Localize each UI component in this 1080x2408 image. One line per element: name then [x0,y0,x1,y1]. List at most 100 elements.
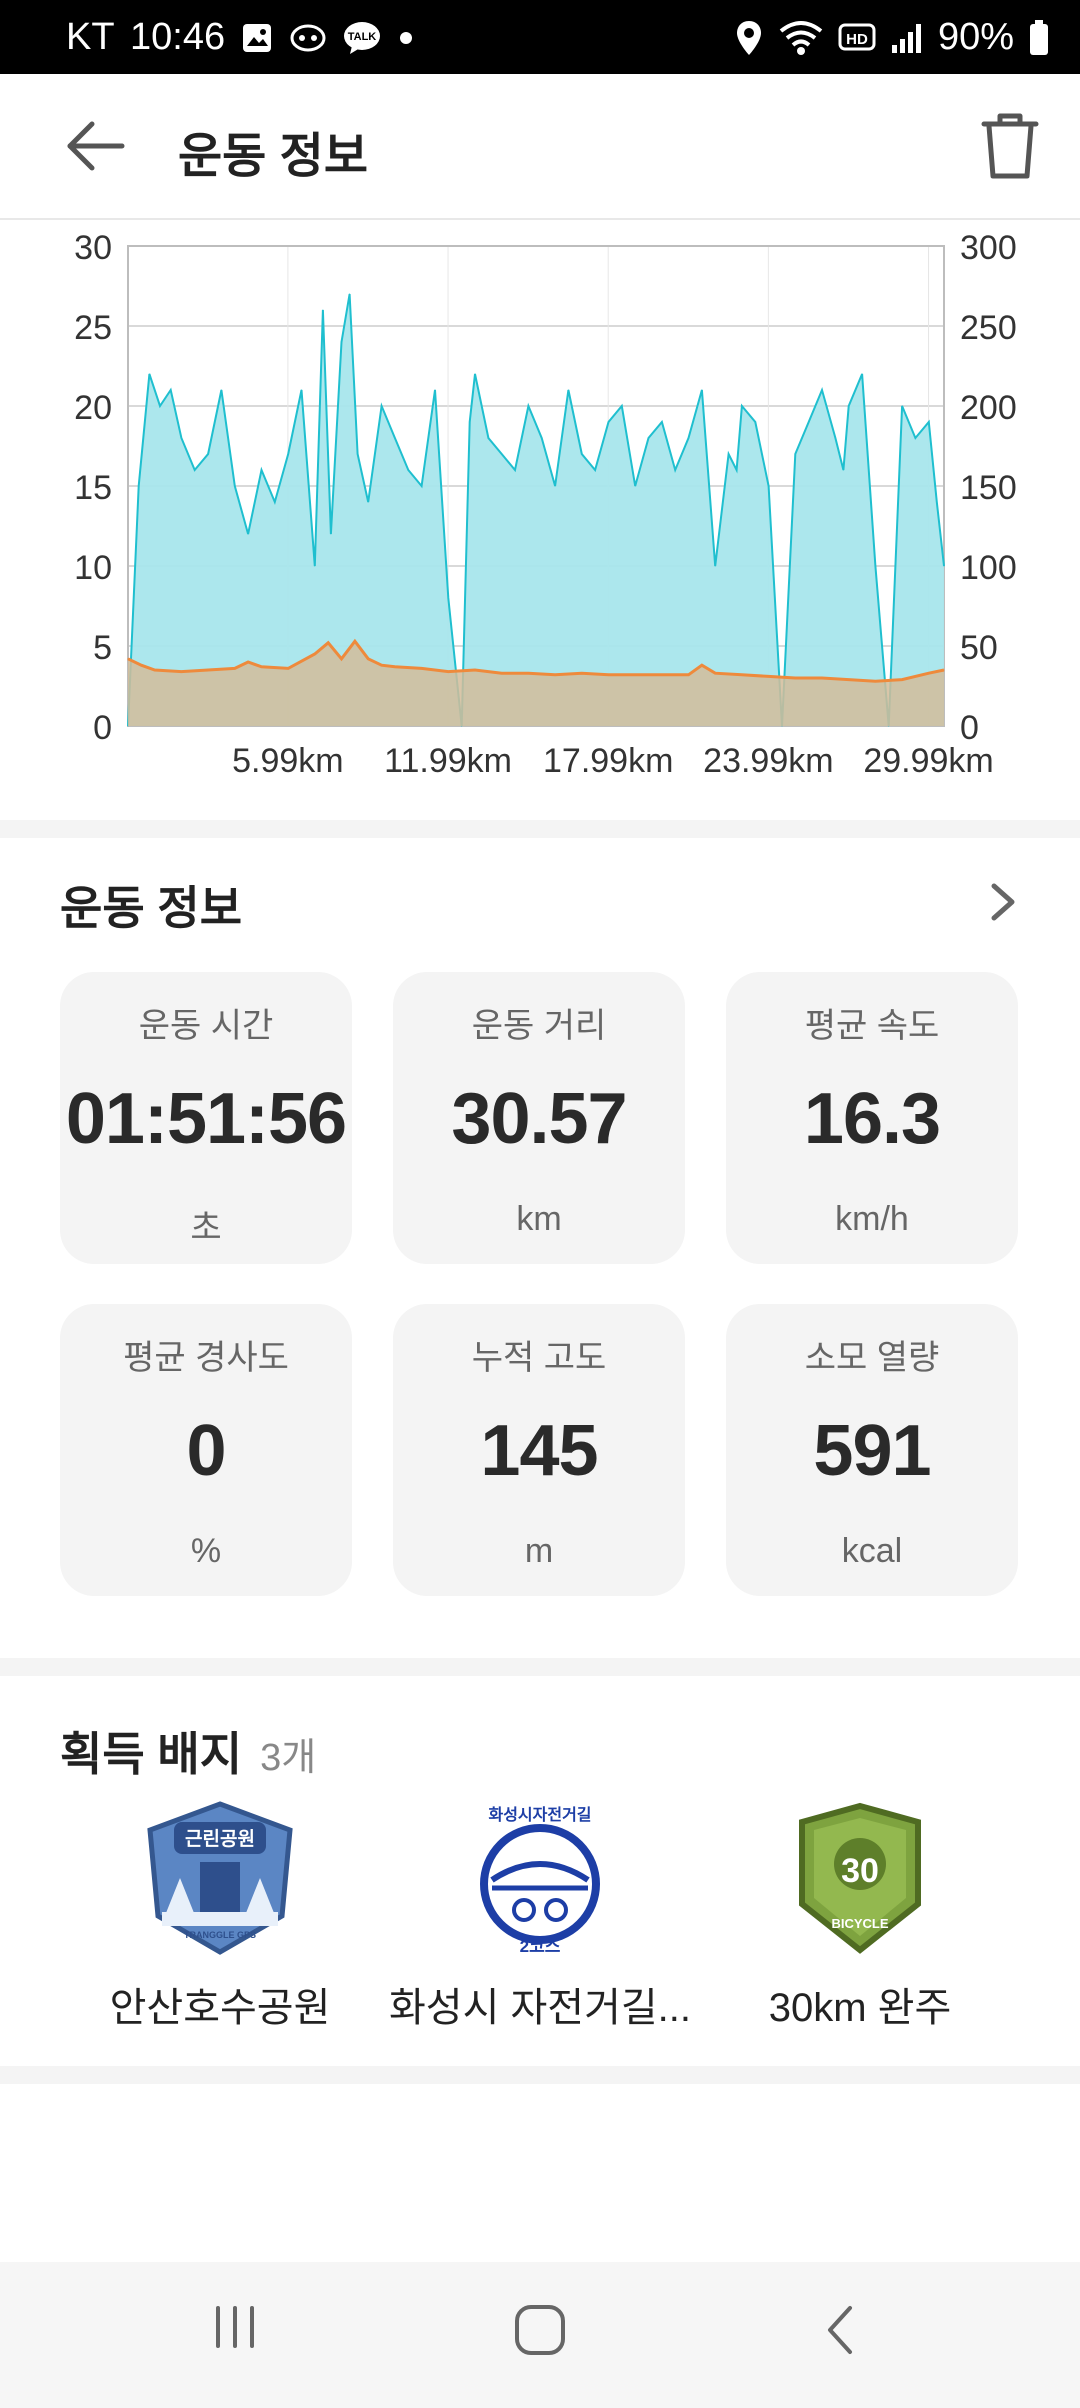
elevation-point [234,667,236,669]
app-bar: 운동 정보 [0,74,1080,220]
elevation-point [943,669,945,671]
y-right-tick-label: 250 [960,309,1017,347]
stat-value: 145 [480,1411,598,1491]
elevation-point [247,661,249,663]
elevation-point [127,658,129,660]
stat-unit: km [516,1200,562,1238]
x-tick-label: 5.99km [232,742,344,780]
elevation-point [768,675,770,677]
recent-apps-icon[interactable] [210,2302,260,2352]
speed-point [768,485,770,487]
chevron-right-icon[interactable] [988,880,1020,924]
speed-point [381,405,383,407]
app-icon [290,24,326,52]
elevation-point [821,677,823,679]
section-divider [0,2066,1080,2084]
battery-icon [1030,19,1048,55]
speed-point [848,405,850,407]
badge-name: 30km 완주 [768,1986,952,2030]
section-divider [0,1658,1080,1676]
stat-label: 평균 경사도 [123,1339,289,1377]
speed-point [301,389,302,391]
speed-point [581,453,583,455]
badge-item[interactable]: 화성시자전거길 2코스 화성시 자전거길... [375,1800,705,2033]
park-badge-icon: 근린공원 TRANGGLE GPS [147,1801,293,1955]
notification-icons: TALK [240,20,416,56]
speed-point [674,469,676,471]
y-left-tick-label: 15 [74,469,112,507]
speed-point [474,373,476,375]
home-icon[interactable] [512,2302,568,2358]
stat-label: 소모 열량 [804,1339,940,1377]
elevation-point [608,674,609,676]
speed-point [349,293,351,295]
elevation-point [367,658,369,660]
system-icons: HD 90% [734,16,1050,59]
speed-point [421,485,423,487]
elevation-point [581,672,583,674]
stat-value: 0 [186,1411,226,1491]
badge-subtext: BICYCLE [831,1916,888,1931]
x-tick-label: 11.99km [384,742,512,780]
stat-card: 운동 시간 01:51:56 초 [60,972,352,1264]
elevation-point [421,667,423,669]
speed-point [842,469,844,471]
speed-point [138,485,140,487]
stat-card: 소모 열량 591 kcal [726,1304,1018,1596]
back-arrow-icon[interactable] [66,118,126,174]
x-tick-label: 17.99km [543,742,673,780]
wifi-icon [779,20,823,55]
svg-text:TALK: TALK [348,31,377,43]
badges-count: 3개 [260,1737,317,1779]
speed-point [541,437,543,439]
back-nav-icon[interactable] [820,2302,860,2358]
speed-point [447,597,449,599]
y-left-tick-label: 5 [93,629,112,667]
trash-icon[interactable] [980,112,1040,180]
signal-icon [891,23,921,53]
elevation-point [714,672,716,674]
stat-unit: m [524,1532,554,1570]
stat-unit: km/h [835,1200,909,1238]
badge-subtext: TRANGGLE GPS [184,1930,256,1940]
speed-point [608,421,609,423]
speed-point [554,485,556,487]
stat-label: 운동 시간 [138,1007,274,1045]
y-left-tick-label: 30 [74,229,112,267]
battery-percent: 90% [937,16,1014,58]
badge-item[interactable]: 근린공원 TRANGGLE GPS 안산호수공원 [55,1800,385,2033]
badges-section-title: 획득 배지 3개 [60,1718,316,1784]
stat-card: 평균 속도 16.3 km/h [726,972,1018,1264]
speed-point [394,437,396,439]
speed-point [287,453,289,455]
speed-point [754,421,756,423]
y-right-tick-label: 150 [960,469,1017,507]
speed-point [928,421,930,423]
talk-icon: TALK [344,22,380,54]
elevation-point [848,679,850,681]
speed-point [914,437,916,439]
speed-point [148,373,150,375]
stat-unit: kcal [841,1532,903,1570]
x-tick-label: 23.99km [703,742,833,780]
elevation-point [527,672,529,674]
x-tick-label: 29.99km [863,742,993,780]
speed-point [207,453,209,455]
badges-title: 획득 배지 [60,1728,243,1780]
y-right-tick-label: 200 [960,389,1017,427]
badge-item[interactable]: 30 BICYCLE 30km 완주 [695,1800,1025,2033]
speed-point [407,469,409,471]
speed-point [634,485,636,487]
system-nav-bar [0,2262,1080,2408]
y-right-tick-label: 300 [960,229,1017,267]
elevation-point [314,653,316,655]
hd-icon: HD [838,23,876,50]
badge-subtext: 2코스 [520,1937,561,1956]
badge-name: 안산호수공원 [109,1986,331,2030]
elevation-point [741,674,743,676]
speed-point [834,437,836,439]
speed-point [808,421,810,423]
elevation-point [394,666,396,668]
speed-point [741,405,743,407]
stat-label: 평균 속도 [804,1007,940,1045]
